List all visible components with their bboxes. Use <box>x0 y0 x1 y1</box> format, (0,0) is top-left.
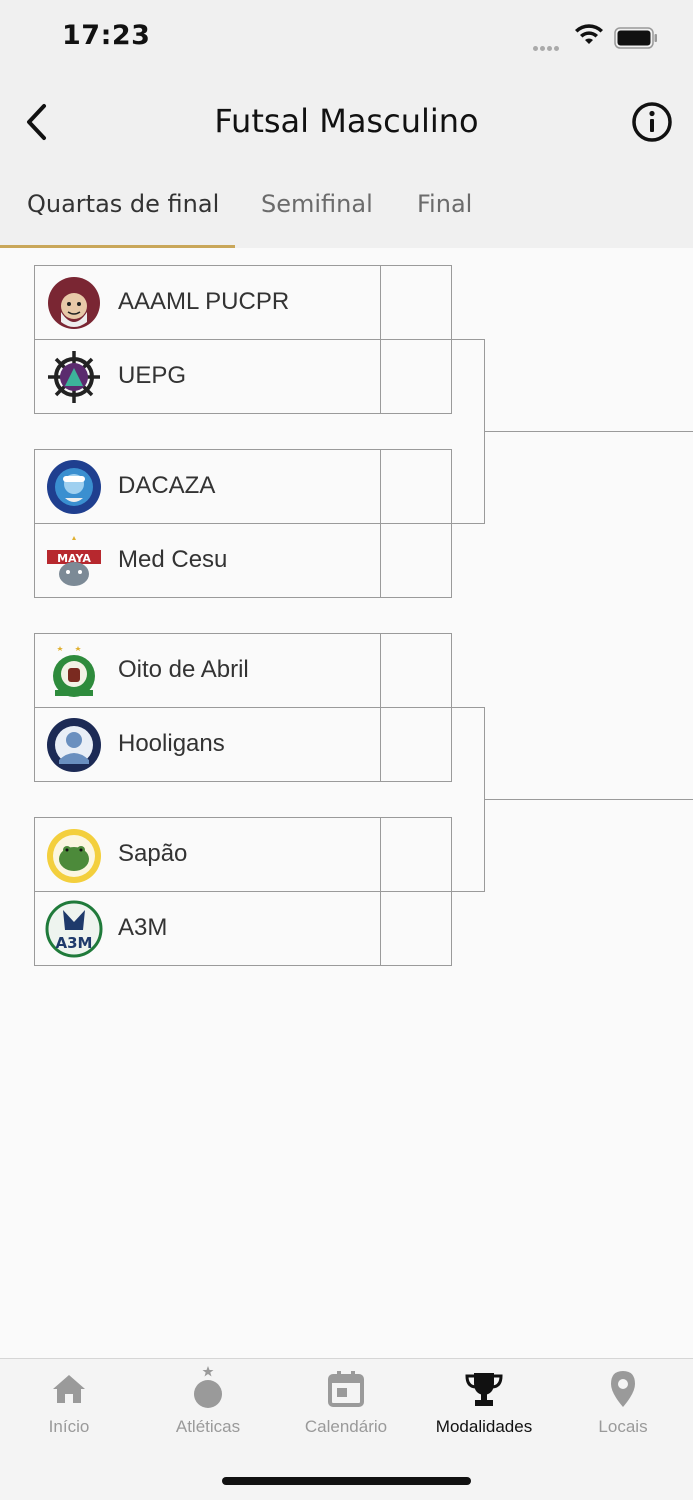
team-name: Sapão <box>118 840 188 867</box>
bracket: AAAML PUCPR UEPG DACAZA MAYA Med Cesu Oi… <box>0 248 693 1358</box>
team-row-dacaza[interactable]: DACAZA <box>34 449 452 524</box>
location-pin-icon <box>611 1371 635 1407</box>
team-name: Oito de Abril <box>118 656 249 683</box>
team-name: AAAML PUCPR <box>118 288 290 315</box>
dacaza-logo-icon <box>47 460 101 514</box>
info-icon <box>632 102 672 142</box>
tab-bar-item-inicio[interactable]: Início <box>0 1359 138 1449</box>
score-box <box>380 817 452 892</box>
score-box <box>380 523 452 598</box>
tab-semifinal[interactable]: Semifinal <box>261 190 373 218</box>
tab-bar-item-atleticas[interactable]: Atléticas <box>139 1359 277 1449</box>
home-icon <box>53 1375 85 1403</box>
score-box <box>380 707 452 782</box>
team-row-oito-de-abril[interactable]: Oito de Abril <box>34 633 452 708</box>
tab-quartas-de-final[interactable]: Quartas de final <box>27 190 219 218</box>
trophy-icon <box>465 1373 503 1406</box>
med-cesu-logo-icon: MAYA <box>47 536 101 586</box>
team-name: Hooligans <box>118 730 225 757</box>
page-title: Futsal Masculino <box>214 102 479 140</box>
score-box <box>380 449 452 524</box>
tab-bar-item-locais[interactable]: Locais <box>554 1359 692 1449</box>
home-indicator[interactable] <box>222 1477 471 1485</box>
sapao-logo-icon <box>47 829 101 883</box>
info-button[interactable] <box>630 100 674 144</box>
uepg-logo-icon <box>48 351 100 403</box>
tab-bar-item-modalidades[interactable]: Modalidades <box>415 1359 553 1449</box>
status-time: 17:23 <box>62 20 151 51</box>
round-tabs: Quartas de final Semifinal Final <box>0 168 693 248</box>
wifi-icon <box>575 24 603 44</box>
oito-de-abril-logo-icon <box>53 646 95 697</box>
team-row-sapao[interactable]: Sapão <box>34 817 452 892</box>
battery-icon <box>614 27 657 49</box>
team-row-med-cesu[interactable]: MAYA Med Cesu <box>34 523 452 598</box>
bracket-line-bottom <box>485 799 693 800</box>
status-bar: 17:23 <box>0 0 693 76</box>
team-name: UEPG <box>118 362 187 389</box>
tab-bar-item-calendario[interactable]: Calendário <box>277 1359 415 1449</box>
navigation-bar: Futsal Masculino <box>0 76 693 168</box>
cellular-signal-icon <box>533 38 561 56</box>
aaaml-pucpr-logo-icon <box>48 277 100 329</box>
bracket-line-top <box>485 431 693 432</box>
score-box <box>380 633 452 708</box>
score-box <box>380 265 452 340</box>
team-name: Med Cesu <box>118 546 228 573</box>
team-row-hooligans[interactable]: Hooligans <box>34 707 452 782</box>
team-name: DACAZA <box>118 472 216 499</box>
medal-icon <box>194 1366 222 1408</box>
team-name: A3M <box>118 914 168 941</box>
svg-text:A3M: A3M <box>56 934 93 952</box>
tab-final[interactable]: Final <box>417 190 472 218</box>
team-row-uepg[interactable]: UEPG <box>34 339 452 414</box>
team-row-a3m[interactable]: A3M A3M <box>34 891 452 966</box>
a3m-logo-icon: A3M <box>45 900 103 958</box>
calendar-icon <box>328 1371 364 1407</box>
team-row-aaaml-pucpr[interactable]: AAAML PUCPR <box>34 265 452 340</box>
bracket-connector-bottom <box>451 707 485 892</box>
hooligans-logo-icon <box>47 718 101 772</box>
score-box <box>380 891 452 966</box>
score-box <box>380 339 452 414</box>
bracket-connector-top <box>451 339 485 524</box>
